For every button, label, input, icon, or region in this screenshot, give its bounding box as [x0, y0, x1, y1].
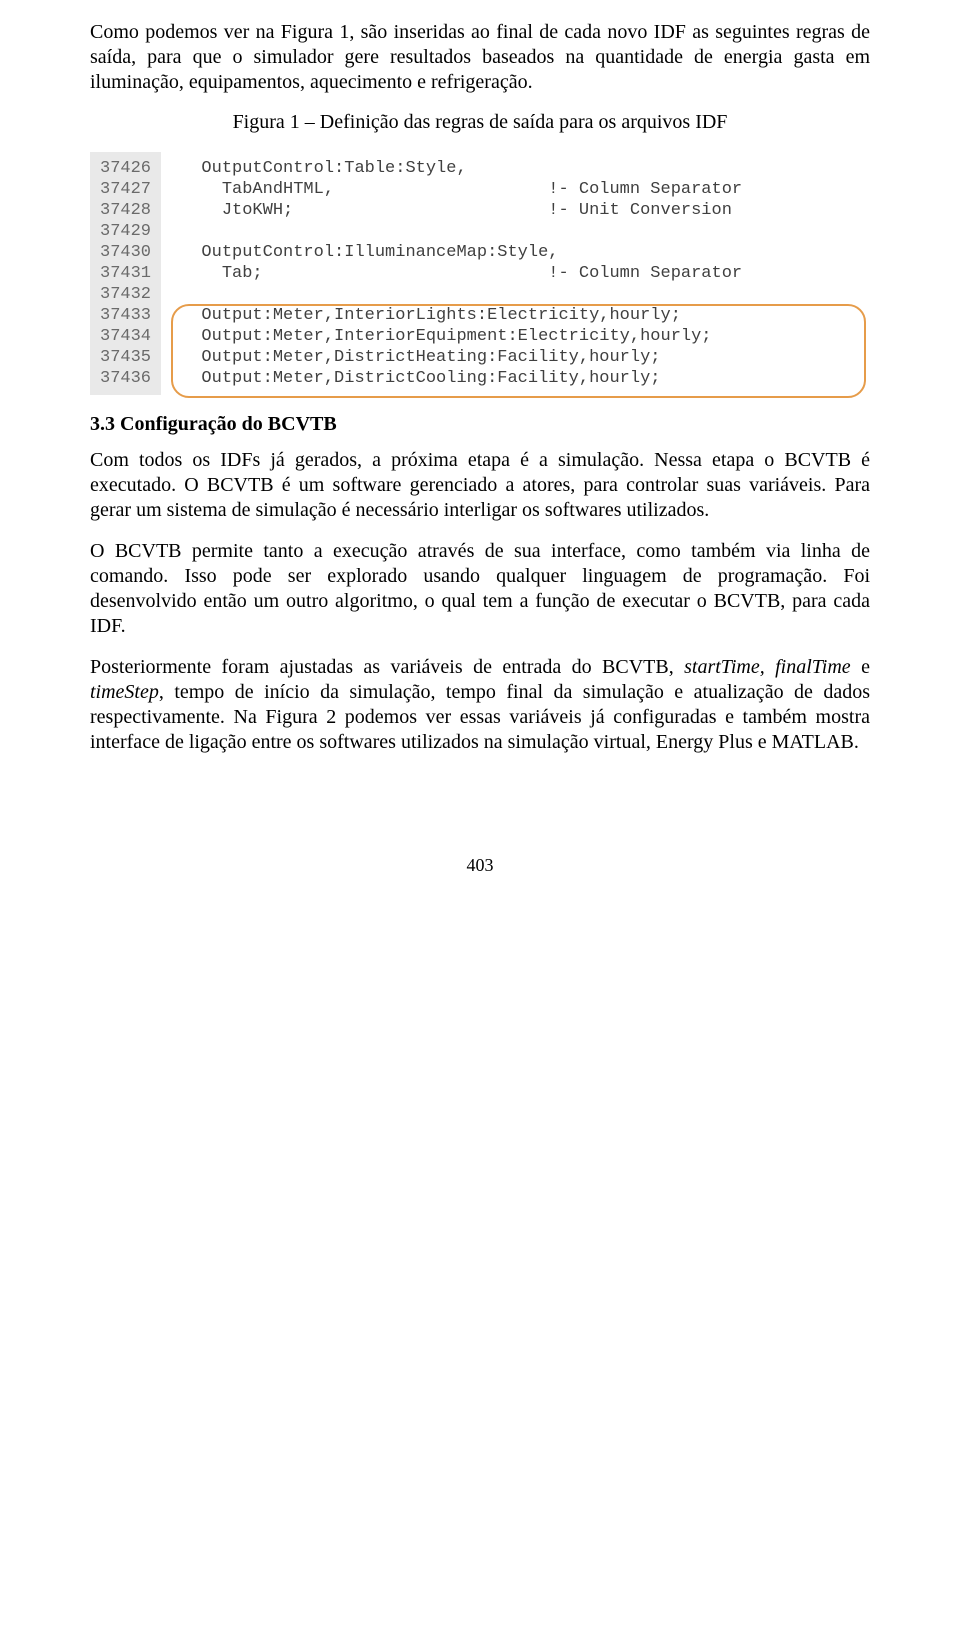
- figure-1-caption: Figura 1 – Definição das regras de saída…: [90, 111, 870, 134]
- line-number: 37433: [100, 305, 151, 326]
- line-number: 37435: [100, 347, 151, 368]
- code-line: Output:Meter,DistrictHeating:Facility,ho…: [181, 347, 870, 368]
- line-number: 37434: [100, 326, 151, 347]
- line-number: 37432: [100, 284, 151, 305]
- page-content: Como podemos ver na Figura 1, são inseri…: [0, 0, 960, 916]
- code-line: Tab; !- Column Separator: [181, 263, 870, 284]
- text-run-italic: timeStep: [90, 681, 159, 703]
- text-run: Posteriormente foram ajustadas as variáv…: [90, 656, 684, 678]
- line-number: 37436: [100, 368, 151, 389]
- code-line: Output:Meter,DistrictCooling:Facility,ho…: [181, 368, 870, 389]
- code-line: Output:Meter,InteriorLights:Electricity,…: [181, 305, 870, 326]
- section-heading-3-3: 3.3 Configuração do BCVTB: [90, 413, 870, 436]
- paragraph-bcvtb-3: Posteriormente foram ajustadas as variáv…: [90, 655, 870, 755]
- code-line: JtoKWH; !- Unit Conversion: [181, 200, 870, 221]
- line-number-gutter: 37426 37427 37428 37429 37430 37431 3743…: [90, 152, 161, 395]
- paragraph-intro: Como podemos ver na Figura 1, são inseri…: [90, 20, 870, 95]
- line-number: 37427: [100, 179, 151, 200]
- line-number: 37431: [100, 263, 151, 284]
- line-number: 37429: [100, 221, 151, 242]
- paragraph-bcvtb-1: Com todos os IDFs já gerados, a próxima …: [90, 448, 870, 523]
- code-line: TabAndHTML, !- Column Separator: [181, 179, 870, 200]
- code-line: OutputControl:IlluminanceMap:Style,: [181, 242, 870, 263]
- line-number: 37430: [100, 242, 151, 263]
- line-number: 37428: [100, 200, 151, 221]
- code-line: OutputControl:Table:Style,: [181, 158, 870, 179]
- figure-1-code-block: 37426 37427 37428 37429 37430 37431 3743…: [90, 152, 870, 395]
- text-run-italic: startTime, finalTime: [684, 656, 851, 678]
- code-line: [181, 221, 870, 242]
- text-run: , tempo de início da simulação, tempo fi…: [90, 681, 870, 753]
- code-line: [181, 284, 870, 305]
- page-number: 403: [90, 855, 870, 876]
- paragraph-bcvtb-2: O BCVTB permite tanto a execução através…: [90, 539, 870, 639]
- text-run: e: [851, 656, 870, 678]
- line-number: 37426: [100, 158, 151, 179]
- code-line: Output:Meter,InteriorEquipment:Electrici…: [181, 326, 870, 347]
- code-body: OutputControl:Table:Style, TabAndHTML, !…: [161, 152, 870, 395]
